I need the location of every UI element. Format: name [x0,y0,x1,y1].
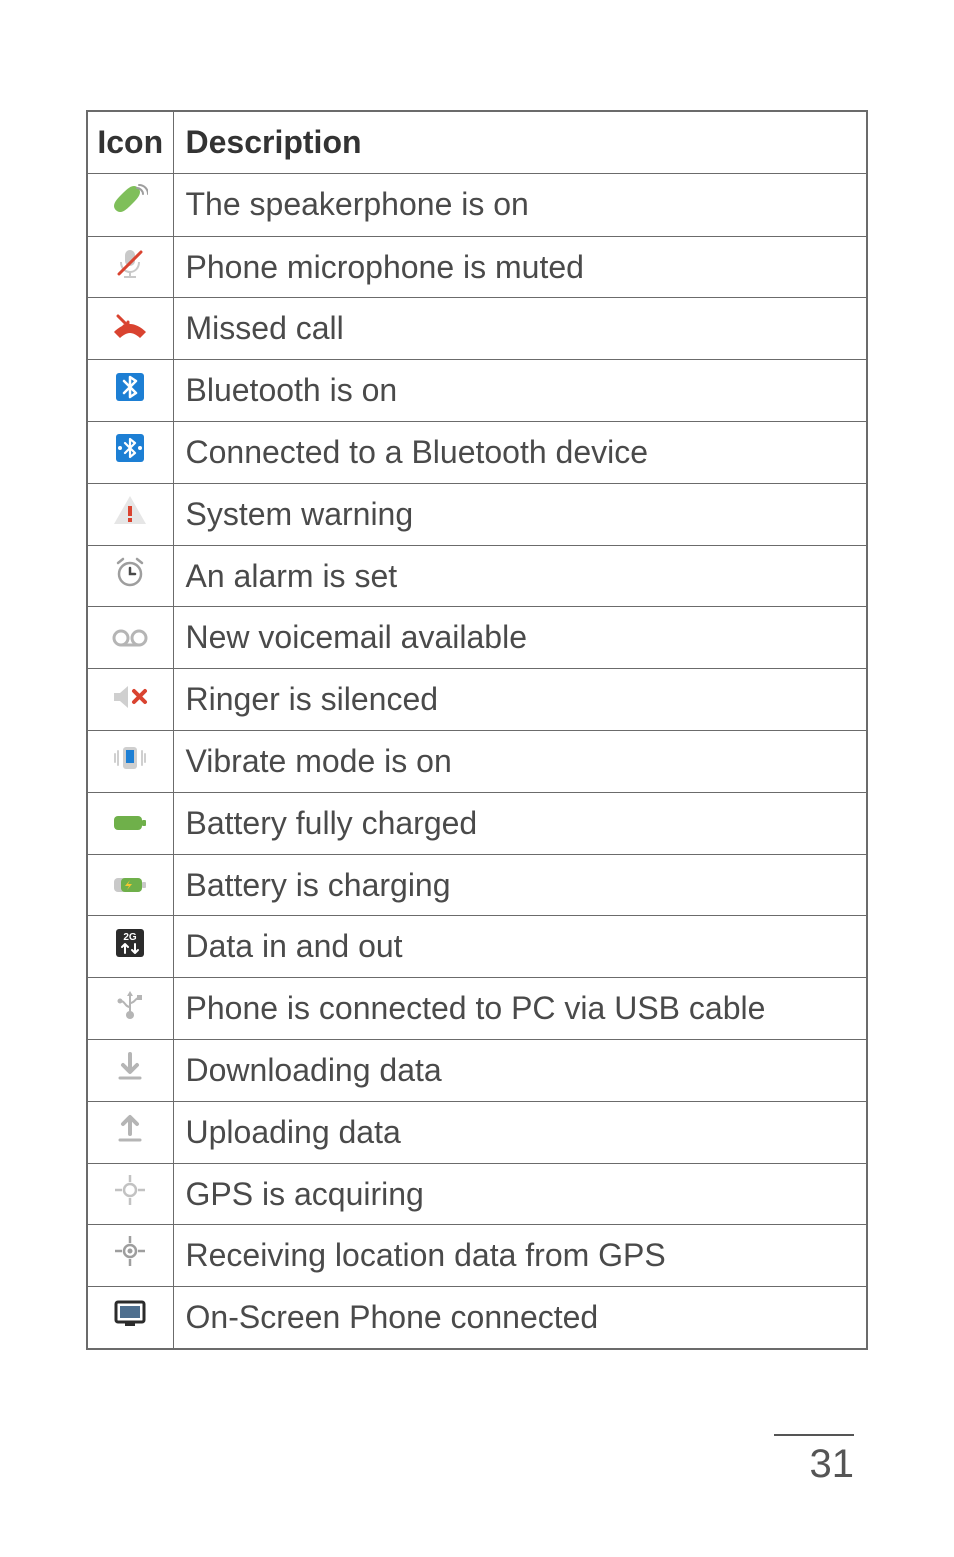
header-icon: Icon [87,111,173,173]
table-row: The speakerphone is on [87,173,867,236]
svg-text:2G: 2G [124,932,138,943]
desc-cell: An alarm is set [173,545,867,607]
voicemail-icon [110,618,150,658]
desc-cell: Downloading data [173,1039,867,1101]
table-row: Receiving location data from GPS [87,1225,867,1287]
header-description: Description [173,111,867,173]
battery-charging-icon [110,865,150,905]
table-row: Battery is charging [87,854,867,916]
desc-cell: Uploading data [173,1101,867,1163]
table-row: Connected to a Bluetooth device [87,421,867,483]
alarm-set-icon [110,552,150,592]
desc-cell: Missed call [173,298,867,360]
table-row: New voicemail available [87,607,867,669]
speakerphone-icon [110,180,150,220]
bluetooth-on-icon [110,367,150,407]
downloading-icon [110,1046,150,1086]
table-row: 2G Data in and out [87,916,867,978]
desc-cell: The speakerphone is on [173,173,867,236]
table-row: Phone is connected to PC via USB cable [87,978,867,1040]
battery-full-icon [110,803,150,843]
table-row: Uploading data [87,1101,867,1163]
vibrate-mode-icon [110,738,150,778]
mic-muted-icon [110,243,150,283]
desc-cell: Phone microphone is muted [173,236,867,298]
system-warning-icon [110,490,150,530]
desc-cell: Battery is charging [173,854,867,916]
table-row: Ringer is silenced [87,669,867,731]
desc-cell: Phone is connected to PC via USB cable [173,978,867,1040]
table-row: Missed call [87,298,867,360]
table-row: Downloading data [87,1039,867,1101]
desc-cell: Ringer is silenced [173,669,867,731]
table-row: Battery fully charged [87,792,867,854]
bluetooth-connected-icon [110,428,150,468]
missed-call-icon [110,305,150,345]
desc-cell: Vibrate mode is on [173,730,867,792]
page-number: 31 [774,1442,854,1487]
table-row: Vibrate mode is on [87,730,867,792]
desc-cell: Bluetooth is on [173,360,867,422]
data-in-out-icon: 2G [110,923,150,963]
table-row: Bluetooth is on [87,360,867,422]
desc-cell: New voicemail available [173,607,867,669]
gps-acquiring-icon [110,1170,150,1210]
desc-cell: Receiving location data from GPS [173,1225,867,1287]
table-row: GPS is acquiring [87,1163,867,1225]
desc-cell: On-Screen Phone connected [173,1287,867,1349]
ringer-silenced-icon [110,677,150,717]
table-row: System warning [87,483,867,545]
uploading-icon [110,1108,150,1148]
gps-receiving-icon [110,1231,150,1271]
desc-cell: Connected to a Bluetooth device [173,421,867,483]
desc-cell: GPS is acquiring [173,1163,867,1225]
desc-cell: Battery fully charged [173,792,867,854]
table-row: On-Screen Phone connected [87,1287,867,1349]
desc-cell: Data in and out [173,916,867,978]
desc-cell: System warning [173,483,867,545]
usb-connected-icon [110,984,150,1024]
on-screen-phone-icon [110,1294,150,1334]
page-footer: 31 [774,1434,854,1487]
table-row: An alarm is set [87,545,867,607]
table-row: Phone microphone is muted [87,236,867,298]
icon-description-table: Icon Description The speakerphone is on [86,110,868,1350]
